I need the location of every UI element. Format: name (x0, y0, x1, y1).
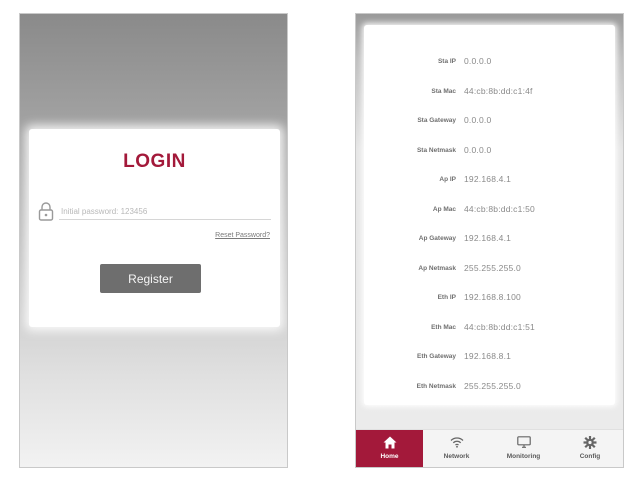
reset-password-link[interactable]: Reset Password? (215, 232, 270, 239)
lock-icon (38, 202, 54, 221)
info-row-ap-netmask: Ap Netmask 255.255.255.0 (364, 263, 615, 277)
nav-label: Config (579, 453, 601, 460)
info-label: Eth IP (437, 294, 456, 301)
info-row-ap-gateway: Ap Gateway 192.168.4.1 (364, 233, 615, 247)
info-value: 0.0.0.0 (464, 144, 492, 155)
nav-label: Home (380, 453, 399, 460)
info-row-eth-mac: Eth Mac 44:cb:8b:dd:c1:51 (364, 322, 615, 336)
info-label: Sta Netmask (416, 146, 456, 154)
password-input[interactable] (59, 203, 271, 220)
info-label: Ap Gateway (418, 235, 456, 242)
info-value: 44:cb:8b:dd:c1:50 (464, 203, 535, 214)
info-value: 192.168.4.1 (464, 174, 512, 184)
info-row-eth-ip: Eth IP 192.168.8.100 (364, 292, 615, 306)
info-value: 0.0.0.0 (464, 56, 492, 66)
gear-icon (583, 436, 597, 449)
info-label: Eth Gateway (416, 353, 456, 360)
login-title: LOGIN (123, 151, 186, 172)
info-row-eth-gateway: Eth Gateway 192.168.8.1 (364, 351, 615, 365)
network-info-card: Sta IP 0.0.0.0 Sta Mac 44:cb:8b:dd:c1:4f… (364, 25, 615, 405)
info-value: 192.168.4.1 (464, 233, 512, 243)
info-value: 255.255.255.0 (464, 380, 521, 391)
nav-item-config[interactable]: Config (557, 430, 623, 467)
info-value: 44:cb:8b:dd:c1:51 (464, 321, 535, 332)
login-screen: LOGIN Reset Password? Register (19, 13, 288, 468)
home-icon (383, 436, 396, 449)
info-label: Eth Mac (431, 323, 456, 331)
nav-label: Network (443, 453, 470, 460)
info-value: 192.168.8.100 (464, 292, 521, 302)
register-button[interactable]: Register (100, 264, 201, 293)
info-value: 44:cb:8b:dd:c1:4f (464, 85, 533, 96)
nav-item-home[interactable]: Home (356, 430, 423, 467)
info-value: 0.0.0.0 (464, 115, 492, 125)
info-label: Sta IP (437, 58, 456, 65)
info-label: Sta Gateway (417, 117, 456, 124)
info-row-ap-mac: Ap Mac 44:cb:8b:dd:c1:50 (364, 204, 615, 218)
login-card: LOGIN Reset Password? Register (29, 129, 280, 327)
info-row-sta-mac: Sta Mac 44:cb:8b:dd:c1:4f (364, 86, 615, 100)
info-row-sta-gateway: Sta Gateway 0.0.0.0 (364, 115, 615, 129)
info-label: Eth Netmask (416, 382, 456, 390)
info-value: 255.255.255.0 (464, 262, 521, 273)
nav-item-monitoring[interactable]: Monitoring (490, 430, 557, 467)
info-label: Ap IP (439, 176, 456, 183)
info-label: Ap Mac (432, 205, 456, 213)
monitor-icon (516, 436, 531, 448)
info-value: 192.168.8.1 (464, 351, 512, 361)
wifi-icon (450, 437, 463, 448)
nav-item-network[interactable]: Network (423, 430, 490, 467)
info-label: Ap Netmask (418, 264, 456, 272)
info-label: Sta Mac (431, 87, 456, 95)
info-row-eth-netmask: Eth Netmask 255.255.255.0 (364, 381, 615, 395)
info-row-sta-ip: Sta IP 0.0.0.0 (364, 56, 615, 70)
nav-label: Monitoring (506, 453, 541, 460)
bottom-nav: Home Network Monitoring Config (356, 429, 623, 467)
info-row-sta-netmask: Sta Netmask 0.0.0.0 (364, 145, 615, 159)
status-screen: Sta IP 0.0.0.0 Sta Mac 44:cb:8b:dd:c1:4f… (355, 13, 624, 468)
info-row-ap-ip: Ap IP 192.168.4.1 (364, 174, 615, 188)
